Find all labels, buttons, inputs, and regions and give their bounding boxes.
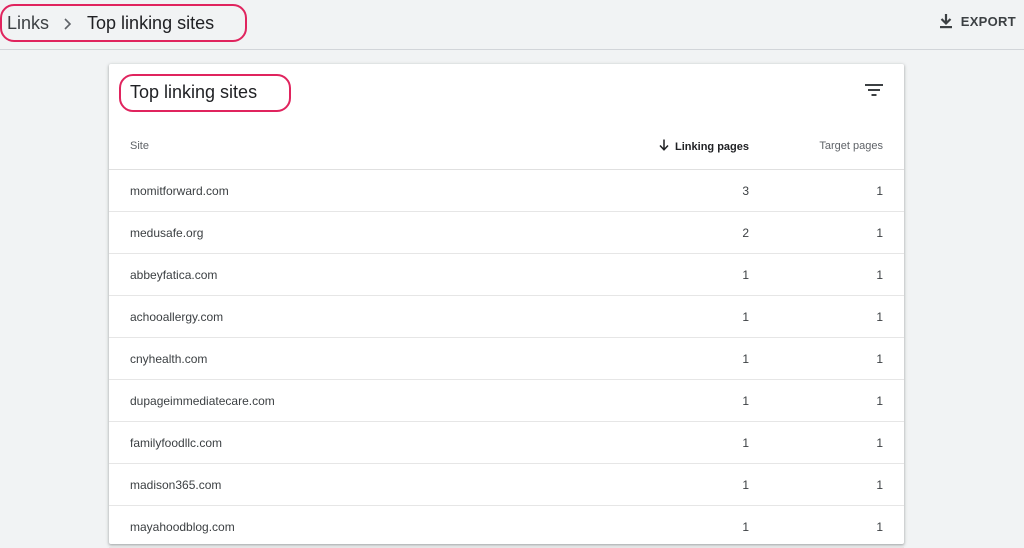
cell-site: cnyhealth.com xyxy=(130,352,208,366)
table-row[interactable]: mayahoodblog.com 1 1 xyxy=(109,506,904,548)
cell-linking-pages: 1 xyxy=(742,394,749,408)
top-bar: Links Top linking sites EXPORT xyxy=(0,0,1024,50)
download-icon xyxy=(939,13,953,29)
top-linking-sites-card: Top linking sites Site Linking pages Tar… xyxy=(109,64,904,548)
cell-linking-pages: 1 xyxy=(742,520,749,534)
table-row[interactable]: cnyhealth.com 1 1 xyxy=(109,338,904,380)
column-header-site[interactable]: Site xyxy=(130,140,149,152)
cell-linking-pages: 2 xyxy=(742,226,749,240)
arrow-down-icon xyxy=(659,139,669,154)
table-row[interactable]: achooallergy.com 1 1 xyxy=(109,296,904,338)
cell-target-pages: 1 xyxy=(876,226,883,240)
cell-site: achooallergy.com xyxy=(130,310,224,324)
cell-site: dupageimmediatecare.com xyxy=(130,394,275,408)
cell-target-pages: 1 xyxy=(876,268,883,282)
export-label: EXPORT xyxy=(960,13,1016,29)
cell-site: abbeyfatica.com xyxy=(130,268,218,282)
table-row[interactable]: medusafe.org 2 1 xyxy=(109,212,904,254)
cell-linking-pages: 1 xyxy=(742,310,749,324)
table-row[interactable]: familyfoodllc.com 1 1 xyxy=(109,422,904,464)
cell-site: momitforward.com xyxy=(130,184,229,198)
table-row[interactable]: momitforward.com 3 1 xyxy=(109,170,904,212)
breadcrumb-highlight-annotation xyxy=(0,4,247,42)
cell-site: mayahoodblog.com xyxy=(130,520,235,534)
cell-linking-pages: 3 xyxy=(742,184,749,198)
cell-target-pages: 1 xyxy=(876,310,883,324)
cell-linking-pages: 1 xyxy=(742,268,749,282)
table-body: momitforward.com 3 1 medusafe.org 2 1 ab… xyxy=(109,170,904,548)
export-button[interactable]: EXPORT xyxy=(939,13,1016,29)
cell-linking-pages: 1 xyxy=(742,352,749,366)
cell-target-pages: 1 xyxy=(876,478,883,492)
table-row[interactable]: dupageimmediatecare.com 1 1 xyxy=(109,380,904,422)
cell-linking-pages: 1 xyxy=(742,436,749,450)
cell-target-pages: 1 xyxy=(876,520,883,534)
column-header-target-pages[interactable]: Target pages xyxy=(819,140,883,152)
cell-linking-pages: 1 xyxy=(742,478,749,492)
linking-pages-label: Linking pages xyxy=(675,140,749,153)
cell-target-pages: 1 xyxy=(876,394,883,408)
table-row[interactable]: abbeyfatica.com 1 1 xyxy=(109,254,904,296)
cell-site: madison365.com xyxy=(130,478,222,492)
filter-icon xyxy=(865,83,883,102)
table-row[interactable]: madison365.com 1 1 xyxy=(109,464,904,506)
filter-button[interactable] xyxy=(862,80,886,104)
table-header: Site Linking pages Target pages xyxy=(109,126,904,170)
cell-site: familyfoodllc.com xyxy=(130,436,223,450)
title-highlight-annotation xyxy=(119,74,291,112)
column-header-linking-pages[interactable]: Linking pages xyxy=(659,139,749,154)
cell-target-pages: 1 xyxy=(876,184,883,198)
cell-site: medusafe.org xyxy=(130,226,204,240)
cell-target-pages: 1 xyxy=(876,352,883,366)
cell-target-pages: 1 xyxy=(876,436,883,450)
